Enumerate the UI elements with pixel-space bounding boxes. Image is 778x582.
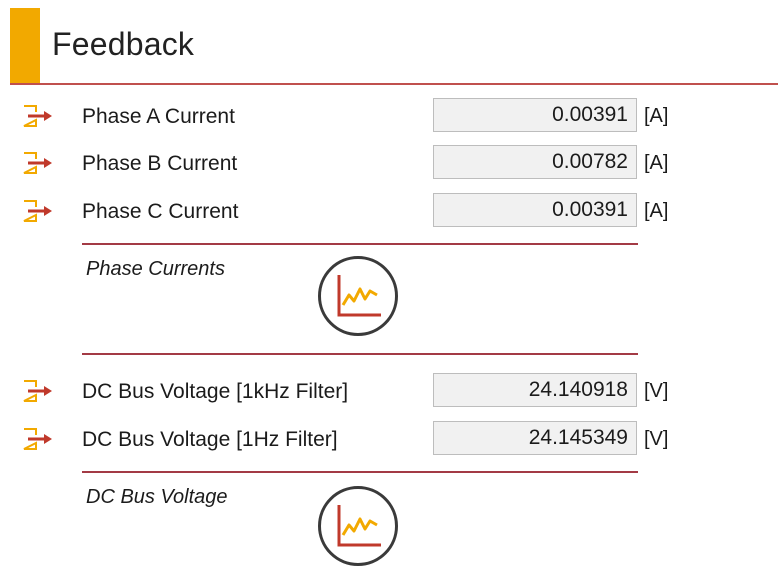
dc-bus-1hz-label: DC Bus Voltage [1Hz Filter] xyxy=(82,428,338,451)
header-divider xyxy=(10,83,778,85)
output-arrow-icon xyxy=(23,105,52,127)
phase-c-current-row: Phase C Current 0.00391 [A] xyxy=(0,191,778,231)
phase-c-current-label: Phase C Current xyxy=(82,200,239,223)
dc-bus-1hz-unit: [V] xyxy=(644,428,669,450)
phase-a-current-value: 0.00391 xyxy=(433,98,637,132)
output-arrow-icon xyxy=(23,428,52,450)
phase-c-current-value: 0.00391 xyxy=(433,193,637,227)
dc-bus-voltage-label: DC Bus Voltage xyxy=(86,486,228,508)
dc-bus-1hz-value: 24.145349 xyxy=(433,421,637,455)
output-arrow-icon xyxy=(23,380,52,402)
dc-bus-1khz-label: DC Bus Voltage [1kHz Filter] xyxy=(82,380,349,403)
output-arrow-icon xyxy=(23,152,52,174)
line-chart-icon xyxy=(337,505,381,547)
output-arrow-icon xyxy=(23,200,52,222)
phase-b-current-value: 0.00782 xyxy=(433,145,637,179)
phase-b-current-row: Phase B Current 0.00782 [A] xyxy=(0,143,778,183)
dc-bus-1khz-unit: [V] xyxy=(644,380,669,402)
phase-b-current-unit: [A] xyxy=(644,152,669,174)
line-chart-icon xyxy=(337,275,381,317)
phase-a-current-unit: [A] xyxy=(644,105,669,127)
phase-section-divider xyxy=(82,243,638,245)
dc-bus-1khz-row: DC Bus Voltage [1kHz Filter] 24.140918 [… xyxy=(0,371,778,411)
dc-bus-1khz-value: 24.140918 xyxy=(433,373,637,407)
phase-a-current-label: Phase A Current xyxy=(82,105,235,128)
dc-bus-voltage-chart-button[interactable] xyxy=(318,486,398,566)
phase-a-current-row: Phase A Current 0.00391 [A] xyxy=(0,96,778,136)
phase-c-current-unit: [A] xyxy=(644,200,669,222)
dc-section-divider xyxy=(82,471,638,473)
dc-section-top-divider xyxy=(82,353,638,355)
dc-bus-1hz-row: DC Bus Voltage [1Hz Filter] 24.145349 [V… xyxy=(0,419,778,459)
page-title: Feedback xyxy=(52,26,195,62)
phase-b-current-label: Phase B Current xyxy=(82,152,238,175)
phase-currents-chart-button[interactable] xyxy=(318,256,398,336)
header-accent-bar xyxy=(10,8,40,84)
phase-currents-label: Phase Currents xyxy=(86,258,225,280)
